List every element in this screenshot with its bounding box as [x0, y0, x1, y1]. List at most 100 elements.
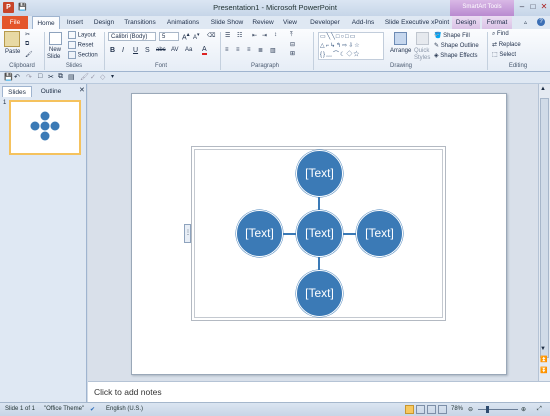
zoom-slider-track[interactable]	[478, 409, 518, 410]
format-painter-icon[interactable]: 🖌	[25, 51, 33, 58]
strikethrough-button[interactable]: abc	[156, 47, 166, 53]
fit-to-window-icon[interactable]: ⤢	[537, 406, 542, 413]
zoom-out-icon[interactable]: ⊖	[468, 406, 473, 413]
select-button[interactable]: ⬚ Select	[492, 51, 516, 58]
replace-button[interactable]: ⇄ Replace	[492, 41, 521, 48]
theme-name[interactable]: "Office Theme"	[44, 406, 84, 412]
arrange-icon[interactable]	[394, 32, 407, 45]
redo-icon[interactable]: ↷	[26, 73, 32, 81]
tab-slides[interactable]: Slides	[2, 86, 32, 97]
node-right[interactable]: [Text]	[356, 210, 403, 257]
shape-outline-button[interactable]: ✎ Shape Outline	[434, 42, 479, 49]
format-painter-small-icon[interactable]: 🖌	[80, 73, 89, 81]
quick-styles-button-2[interactable]: Styles	[414, 55, 430, 61]
font-color-icon[interactable]: A	[202, 46, 207, 55]
bullets-icon[interactable]: ☰	[225, 32, 230, 39]
align-center-icon[interactable]: ≡	[236, 47, 240, 53]
scroll-up-icon[interactable]: ▲	[540, 86, 546, 92]
node-center[interactable]: [Text]	[296, 210, 343, 257]
cut-icon[interactable]: ✂	[25, 31, 30, 38]
vertical-scrollbar[interactable]: ▲ ▼ ⏫ ⏬	[538, 84, 550, 381]
decrease-indent-icon[interactable]: ⇤	[252, 32, 257, 39]
tab-file[interactable]: File	[2, 16, 28, 29]
increase-indent-icon[interactable]: ⇥	[262, 32, 267, 39]
arrange-button[interactable]: Arrange	[390, 48, 411, 54]
next-slide-icon[interactable]: ⏬	[540, 367, 547, 374]
zoom-level[interactable]: 78%	[451, 406, 463, 412]
align-left-icon[interactable]: ≡	[225, 47, 229, 53]
shrink-font-icon[interactable]: A▾	[193, 32, 200, 41]
zoom-in-icon[interactable]: ⊕	[521, 406, 526, 413]
node-left[interactable]: [Text]	[236, 210, 283, 257]
tab-smartart-format[interactable]: Format	[482, 16, 512, 29]
scroll-thumb[interactable]	[540, 98, 549, 358]
tab-outline[interactable]: Outline	[34, 86, 68, 97]
tab-insert[interactable]: Insert	[62, 16, 88, 29]
quick-styles-icon[interactable]	[416, 32, 429, 45]
font-name-select[interactable]: Calibri (Body)	[108, 32, 156, 41]
char-spacing-icon[interactable]: AV	[171, 47, 179, 53]
change-case-icon[interactable]: Aa	[185, 47, 192, 53]
paste-button[interactable]: Paste	[5, 49, 20, 55]
clear-formatting-icon[interactable]: ⌫	[207, 32, 215, 39]
section-button[interactable]: Section	[68, 51, 98, 59]
undo-icon[interactable]: ↶	[14, 73, 20, 81]
tab-slide-executive-xpoint[interactable]: Slide Executive xPoint	[383, 16, 451, 29]
tab-review[interactable]: Review	[250, 16, 276, 29]
columns-icon[interactable]: ▥	[270, 47, 276, 54]
new-slide-icon[interactable]	[49, 32, 62, 45]
text-pane-toggle[interactable]: ⋮	[184, 224, 191, 243]
node-bottom[interactable]: [Text]	[296, 270, 343, 317]
tab-smartart-design[interactable]: Design	[452, 16, 480, 29]
font-size-select[interactable]: 5	[159, 32, 179, 41]
reading-view-icon[interactable]	[427, 405, 436, 414]
tab-animations[interactable]: Animations	[163, 16, 203, 29]
spelling-icon[interactable]: ✓	[90, 73, 96, 81]
shape-fill-button[interactable]: 🪣 Shape Fill	[434, 32, 470, 39]
new-icon[interactable]: □	[38, 73, 42, 80]
slide-thumbnail[interactable]	[9, 100, 81, 155]
notes-pane[interactable]: Click to add notes	[88, 381, 550, 402]
italic-button[interactable]: I	[122, 47, 124, 54]
shadow-button[interactable]: S	[145, 47, 150, 54]
shape-effects-button[interactable]: ◈ Shape Effects	[434, 52, 478, 59]
shapes-small-icon[interactable]: ◇	[100, 73, 105, 81]
zoom-slider-thumb[interactable]	[486, 406, 489, 413]
line-spacing-icon[interactable]: ↕	[274, 32, 277, 38]
save-icon[interactable]: 💾	[4, 73, 13, 81]
close-button[interactable]: ✕	[538, 2, 550, 12]
quick-styles-button[interactable]: Quick	[414, 48, 429, 54]
paste-icon[interactable]	[4, 31, 20, 47]
node-top[interactable]: [Text]	[296, 150, 343, 197]
close-pane-icon[interactable]: ✕	[79, 86, 85, 94]
tab-view[interactable]: View	[279, 16, 301, 29]
spell-check-icon[interactable]: ✔	[90, 406, 95, 413]
align-right-icon[interactable]: ≡	[247, 47, 251, 53]
scroll-down-icon[interactable]: ▼	[540, 346, 546, 352]
convert-smartart-icon[interactable]: ⊞	[290, 50, 295, 57]
ribbon-minimize-icon[interactable]: ▵	[524, 19, 527, 26]
paste-small-icon[interactable]: ▤	[68, 73, 75, 81]
tab-slide-show[interactable]: Slide Show	[207, 16, 247, 29]
numbering-icon[interactable]: ☷	[237, 32, 242, 39]
tab-design[interactable]: Design	[90, 16, 118, 29]
new-slide-button-2[interactable]: Slide	[47, 54, 60, 60]
reset-button[interactable]: Reset	[68, 41, 93, 49]
cut-small-icon[interactable]: ✂	[48, 73, 54, 81]
language-indicator[interactable]: English (U.S.)	[106, 406, 143, 412]
tab-home[interactable]: Home	[32, 16, 60, 29]
find-button[interactable]: ⌕ Find	[492, 31, 509, 38]
grow-font-icon[interactable]: A▴	[182, 32, 190, 41]
slide-show-icon[interactable]	[438, 405, 447, 414]
shapes-gallery[interactable]: ▭╲╲□○□▭ △⌐↳↰⇨⇩☆ {}﹏⌒☾◇☆	[318, 32, 384, 60]
help-icon[interactable]: ?	[537, 18, 545, 26]
bold-button[interactable]: B	[110, 47, 115, 54]
tab-developer[interactable]: Developer	[305, 16, 345, 29]
tab-add-ins[interactable]: Add-Ins	[347, 16, 379, 29]
copy-small-icon[interactable]: ⧉	[58, 73, 63, 81]
underline-button[interactable]: U	[133, 47, 138, 54]
customize-qat-icon[interactable]: ▾	[111, 73, 114, 80]
slide-sorter-icon[interactable]	[416, 405, 425, 414]
align-text-icon[interactable]: ⊟	[290, 41, 295, 48]
layout-button[interactable]: Layout	[68, 31, 96, 39]
